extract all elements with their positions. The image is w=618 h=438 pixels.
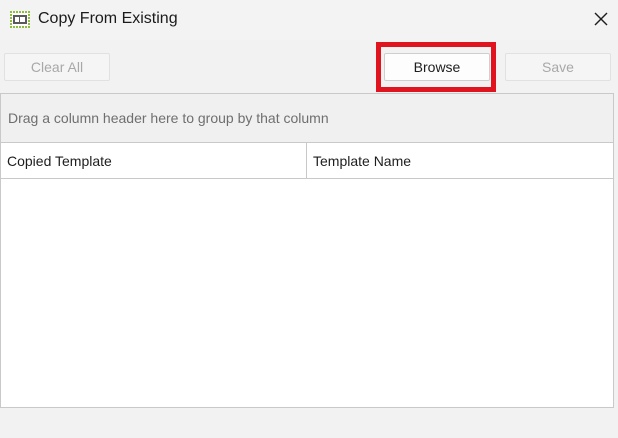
window-title: Copy From Existing <box>38 10 178 27</box>
grid-body[interactable] <box>1 179 613 407</box>
group-by-hint: Drag a column header here to group by th… <box>8 110 329 126</box>
save-button[interactable]: Save <box>505 53 611 81</box>
close-icon[interactable] <box>588 6 614 32</box>
grid-header-row: Copied Template Template Name <box>1 143 613 179</box>
clear-all-button[interactable]: Clear All <box>4 53 110 81</box>
template-grid: Drag a column header here to group by th… <box>0 93 614 408</box>
browse-button[interactable]: Browse <box>384 53 490 81</box>
dialog-footer <box>0 408 618 438</box>
group-by-panel[interactable]: Drag a column header here to group by th… <box>1 94 613 143</box>
pm-grid-icon <box>10 11 30 28</box>
column-header-copied-template[interactable]: Copied Template <box>1 143 307 178</box>
title-bar: Copy From Existing <box>0 0 618 40</box>
copy-from-existing-dialog: Copy From Existing Clear All Browse Save… <box>0 0 618 438</box>
column-header-template-name[interactable]: Template Name <box>307 143 613 178</box>
